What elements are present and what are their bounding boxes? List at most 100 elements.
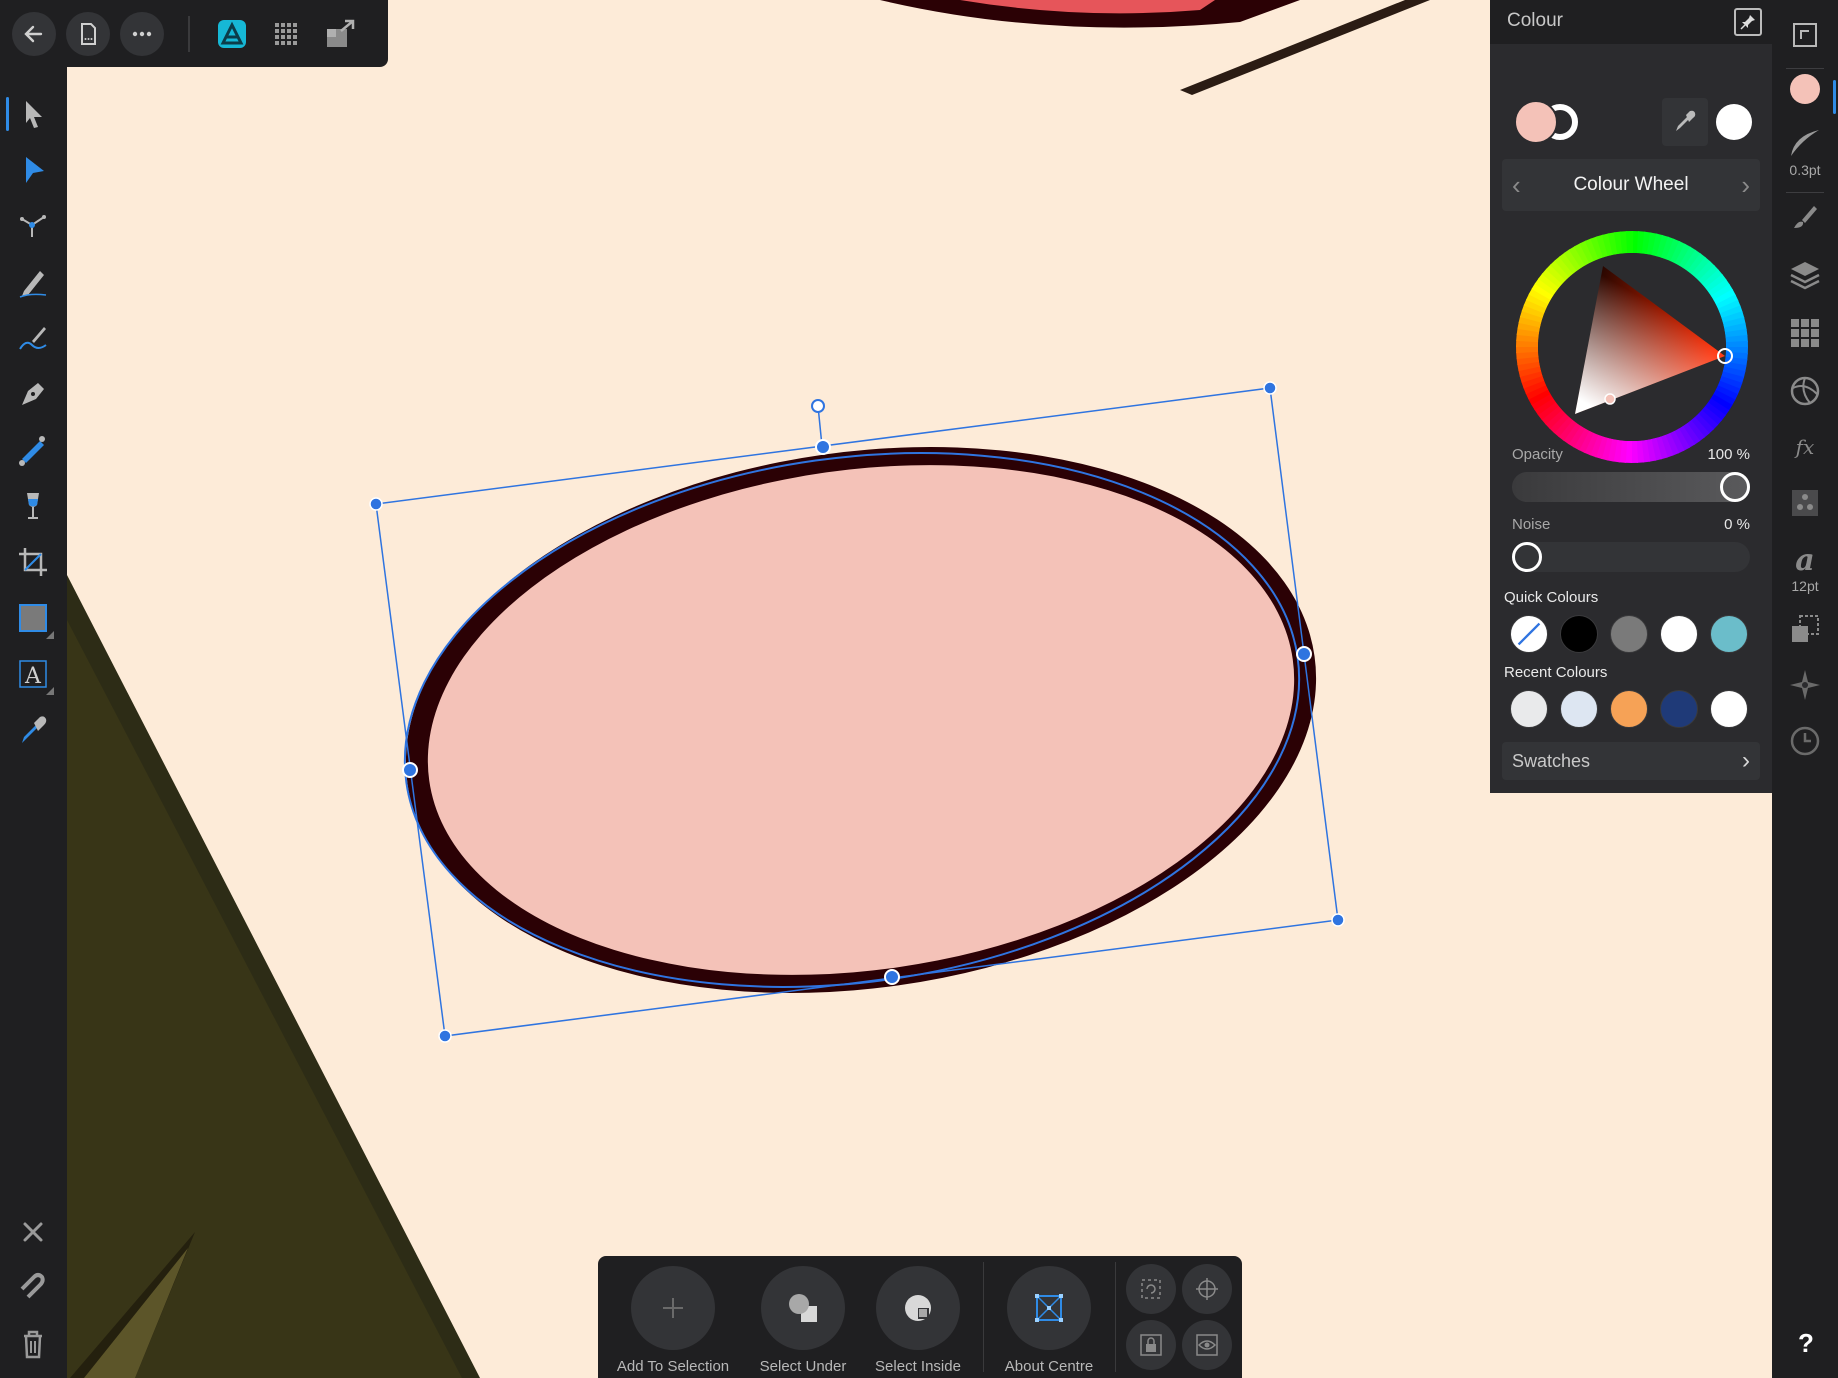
move-tool[interactable] [6, 89, 58, 139]
brushes-studio-button[interactable] [1780, 200, 1830, 234]
transform-icon [1792, 615, 1819, 642]
pixel-grid-icon [275, 22, 297, 45]
recent-colours-row [1510, 690, 1760, 728]
corner-tool[interactable] [8, 201, 58, 251]
character-studio-button[interactable]: a 12pt [1780, 542, 1830, 594]
recent-colours-label: Recent Colours [1504, 664, 1608, 681]
opacity-label: Opacity [1512, 446, 1563, 463]
fill-colour-well[interactable] [1514, 100, 1558, 144]
node-handle-left [402, 762, 418, 778]
rectangle-shape-icon [19, 604, 47, 632]
recent-colour-swatch[interactable] [1710, 690, 1748, 728]
gradient-tool-icon [19, 436, 45, 466]
artistic-text-tool[interactable]: A [8, 649, 58, 699]
delete-button[interactable] [8, 1319, 58, 1369]
node-tool[interactable] [8, 145, 58, 195]
context-divider [1115, 1262, 1116, 1372]
clear-button[interactable] [8, 1207, 58, 1257]
quick-colour-swatch[interactable] [1510, 615, 1548, 653]
corner-tool-icon [20, 215, 46, 237]
transform-studio-button[interactable] [1780, 612, 1830, 646]
select-inside-icon [905, 1295, 931, 1321]
pixel-persona-button[interactable] [264, 12, 308, 56]
magnet-icon [20, 1273, 45, 1299]
opacity-slider[interactable] [1512, 472, 1750, 502]
stroke-studio-button[interactable]: 0.3pt [1780, 126, 1830, 178]
corner-handle-bottom-left [438, 1029, 452, 1043]
layers-studio-button[interactable] [1780, 258, 1830, 292]
node-pointer-icon [26, 157, 44, 183]
navigator-studio-button[interactable] [1780, 668, 1830, 702]
preview-button[interactable] [1182, 1320, 1232, 1370]
submenu-indicator [46, 631, 54, 639]
styles-icon [1792, 490, 1818, 516]
document-menu-button[interactable] [66, 11, 110, 56]
select-under-circle[interactable] [761, 1266, 845, 1350]
vector-brush-tool[interactable] [8, 313, 58, 363]
adjustments-studio-button[interactable] [1780, 374, 1830, 408]
picked-colour-well[interactable] [1716, 104, 1752, 140]
rotate-origin-icon [1141, 1279, 1161, 1299]
crop-icon [19, 548, 47, 576]
noise-slider-knob[interactable] [1512, 542, 1542, 572]
previous-mode-chevron-icon[interactable]: ‹ [1512, 172, 1521, 198]
quick-colour-swatch[interactable] [1560, 615, 1598, 653]
history-studio-button[interactable] [1780, 724, 1830, 758]
pointer-icon [26, 101, 42, 128]
noise-value: 0 % [1724, 516, 1750, 533]
transform-origin-button[interactable] [1126, 1264, 1176, 1314]
export-persona-button[interactable] [318, 12, 362, 56]
about-centre-circle[interactable] [1007, 1266, 1091, 1350]
rectangle-tool[interactable] [8, 593, 58, 643]
studio-strip: 0.3pt fx a 12pt [1772, 0, 1838, 1378]
lock-children-button[interactable] [1126, 1320, 1176, 1370]
select-under-button[interactable]: Select Under [738, 1266, 868, 1375]
select-inside-button[interactable]: Select Inside [853, 1266, 983, 1375]
fx-icon: fx [1794, 435, 1815, 459]
back-button[interactable] [12, 11, 56, 56]
fullscreen-button[interactable] [1780, 18, 1830, 52]
add-to-selection-circle[interactable] [631, 1266, 715, 1350]
swatches-button[interactable]: Swatches › [1502, 742, 1760, 780]
quick-colour-swatch[interactable] [1660, 615, 1698, 653]
clock-icon [1790, 726, 1820, 756]
help-button[interactable]: ? [1798, 1328, 1814, 1359]
more-button[interactable] [120, 11, 164, 56]
opacity-slider-knob[interactable] [1720, 472, 1750, 502]
noise-slider[interactable] [1512, 542, 1750, 572]
saturation-knob[interactable] [1604, 393, 1616, 405]
show-origin-button[interactable] [1182, 1264, 1232, 1314]
pen-tool[interactable] [8, 369, 58, 419]
colour-panel-title: Colour [1507, 10, 1563, 31]
about-centre-button[interactable]: About Centre [984, 1266, 1114, 1375]
recent-colour-swatch[interactable] [1610, 690, 1648, 728]
stroke-icon [1791, 130, 1819, 156]
designer-persona-button[interactable] [210, 12, 254, 56]
pin-panel-button[interactable] [1734, 8, 1762, 36]
swatches-studio-button[interactable] [1780, 316, 1830, 350]
colour-picker-tool[interactable] [8, 705, 58, 755]
app-window: A Colour ‹ Colour Wheel › Opacity 100 % … [0, 0, 1838, 1378]
pencil-tool[interactable] [8, 257, 58, 307]
crop-tool[interactable] [8, 537, 58, 587]
pen-nib-icon [22, 383, 44, 405]
add-to-selection-button[interactable]: Add To Selection [608, 1266, 738, 1375]
fill-tool[interactable] [8, 425, 58, 475]
transparency-tool[interactable] [8, 481, 58, 531]
quick-colour-swatch[interactable] [1610, 615, 1648, 653]
colour-studio-button[interactable] [1780, 72, 1836, 114]
no-colour-icon [1517, 622, 1541, 646]
select-inside-circle[interactable] [876, 1266, 960, 1350]
effects-studio-button[interactable]: fx [1780, 430, 1830, 464]
next-mode-chevron-icon[interactable]: › [1741, 172, 1750, 198]
styles-studio-button[interactable] [1780, 486, 1830, 520]
recent-colour-swatch[interactable] [1510, 690, 1548, 728]
colour-mode-selector[interactable]: ‹ Colour Wheel › [1502, 159, 1760, 211]
snapping-button[interactable] [8, 1263, 58, 1313]
recent-colour-swatch[interactable] [1660, 690, 1698, 728]
quick-colour-swatch[interactable] [1710, 615, 1748, 653]
colour-wheel[interactable] [1514, 229, 1750, 465]
lock-children-icon [1140, 1334, 1162, 1356]
recent-colour-swatch[interactable] [1560, 690, 1598, 728]
panel-colour-picker-button[interactable] [1662, 98, 1708, 146]
